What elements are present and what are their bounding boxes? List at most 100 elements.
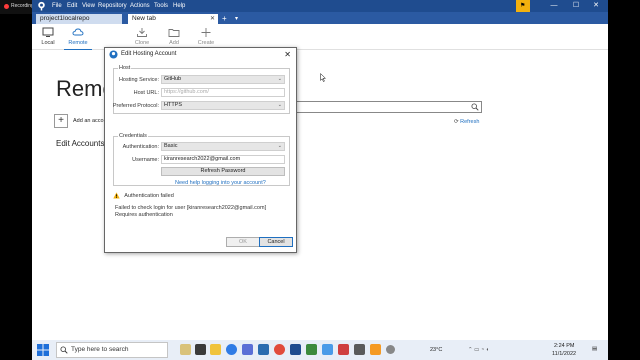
refresh-password-button[interactable]: Refresh Password [161,167,285,176]
search-icon [60,346,68,354]
refresh-icon: ⟳ [454,119,459,125]
tab-label: project1localrepo [40,15,90,22]
app-icon[interactable] [306,344,317,355]
warning-icon [113,192,120,199]
authentication-label: Authentication: [122,144,159,150]
dialog-title-bar: Edit Hosting Account ✕ [105,48,296,61]
minimize-button[interactable]: — [544,0,564,12]
terminal-icon[interactable] [354,344,365,355]
add-button[interactable]: Add [160,27,188,46]
menu-view[interactable]: View [82,1,95,11]
app-logo-icon [109,50,118,59]
recording-indicator: Recording... [0,0,38,14]
hosting-service-select[interactable]: GitHub ⌄ [161,75,285,84]
taskbar-search-placeholder: Type here to search [71,346,129,353]
hosting-service-label: Hosting Service: [118,77,159,83]
file-explorer-icon[interactable] [210,344,221,355]
sourcetree-taskbar-icon[interactable] [290,344,301,355]
windows-taskbar: Type here to search 23°C ⌃ ▭ ◔ ◖ 2:24 PM… [32,340,608,360]
app-icon[interactable] [370,344,381,355]
new-tab-button[interactable]: + [222,14,227,24]
remote-tab[interactable]: Remote [64,27,92,50]
folder-icon [168,29,180,37]
menu-repository[interactable]: Repository [98,1,127,11]
tab-project1localrepo[interactable]: project1localrepo [36,14,122,24]
local-tab[interactable]: Local [34,27,62,46]
error-message-line-1: Failed to check login for user [kiranres… [115,205,267,211]
clock-date[interactable]: 11/1/2022 [552,351,576,357]
tab-list-chevron-icon[interactable]: ▾ [235,14,238,24]
create-button[interactable]: Create [192,27,220,46]
ok-button[interactable]: OK [226,237,260,247]
clone-label: Clone [134,40,150,46]
authentication-select[interactable]: Basic ⌄ [161,142,285,151]
error-message-line-2: Requires authentication [115,212,173,218]
username-field[interactable]: kiranresearch2022@gmail.com [161,155,285,164]
menu-actions[interactable]: Actions [130,1,150,11]
chevron-down-icon: ⌄ [277,76,282,82]
news-widget-icon[interactable] [180,344,191,355]
close-window-button[interactable]: ✕ [586,0,606,12]
recorder-icon[interactable] [338,344,349,355]
help-logging-in-link[interactable]: Need help logging into your account? [175,180,266,186]
taskbar-search-input[interactable]: Type here to search [56,342,168,358]
authentication-value: Basic [164,143,178,149]
maximize-button[interactable]: ☐ [566,0,586,12]
preferred-protocol-select[interactable]: HTTPS ⌄ [161,101,285,110]
chrome-icon[interactable] [274,344,285,355]
preferred-protocol-value: HTTPS [164,102,183,108]
dialog-close-icon[interactable]: ✕ [284,48,291,61]
dialog-title: Edit Hosting Account [121,51,177,57]
local-tab-label: Local [41,40,55,46]
store-icon[interactable] [242,344,253,355]
notification-center-icon[interactable]: ▤ [592,346,597,352]
flag-icon: ⚑ [520,3,526,9]
host-url-label: Host URL: [133,90,159,96]
close-tab-icon[interactable]: ✕ [210,14,215,24]
search-icon [471,103,479,111]
clone-button[interactable]: Clone [128,27,156,46]
mouse-cursor-icon [320,73,326,82]
hosting-service-value: GitHub [164,76,182,82]
chevron-down-icon: ⌄ [277,102,282,108]
remote-tab-label: Remote [68,40,88,46]
credentials-group-label: Credentials [118,133,148,139]
host-group-label: Host [118,65,132,71]
vscode-icon[interactable] [322,344,333,355]
tab-new-tab[interactable]: New tab ✕ [128,14,218,24]
tray-icons[interactable]: ⌃ ▭ ◔ ◖ [468,347,489,353]
temperature-text[interactable]: 23°C [430,347,442,353]
menu-help[interactable]: Help [173,1,185,11]
refresh-button[interactable]: ⟳ Refresh [454,119,479,125]
menu-file[interactable]: File [52,1,62,11]
windows-start-icon[interactable] [37,344,49,356]
add-account-button[interactable]: + [54,114,68,128]
download-icon [137,28,147,37]
add-account-label[interactable]: Add an acco [73,118,104,124]
notifications-button[interactable]: ⚑ [516,0,530,12]
mail-icon[interactable] [258,344,269,355]
cancel-button[interactable]: Cancel [259,237,293,247]
create-label: Create [197,40,215,46]
clock-time[interactable]: 2:24 PM [554,343,574,349]
plus-icon [201,28,211,37]
auth-failed-row: Authentication failed [113,192,174,199]
menu-edit[interactable]: Edit [67,1,77,11]
username-label: Username: [132,157,159,163]
menu-tools[interactable]: Tools [154,1,168,11]
edge-browser-icon[interactable] [226,344,237,355]
task-view-icon[interactable] [195,344,206,355]
menu-bar: File Edit View Repository Actions Tools … [32,0,608,12]
preferred-protocol-label: Preferred Protocol: [112,103,159,109]
tab-label: New tab [132,15,156,22]
screen: Recording... File Edit View Repository A… [0,0,640,360]
record-dot-icon [4,4,9,9]
host-url-field[interactable]: https://github.com/ [161,88,285,97]
search-input[interactable] [296,101,482,113]
chevron-down-icon: ⌄ [277,143,282,149]
weather-icon[interactable] [386,345,395,354]
monitor-icon [42,27,54,37]
edit-accounts-link[interactable]: Edit Accounts... [56,139,111,148]
tab-bar: project1localrepo New tab ✕ + ▾ [32,12,608,24]
app-logo-icon [38,1,45,11]
